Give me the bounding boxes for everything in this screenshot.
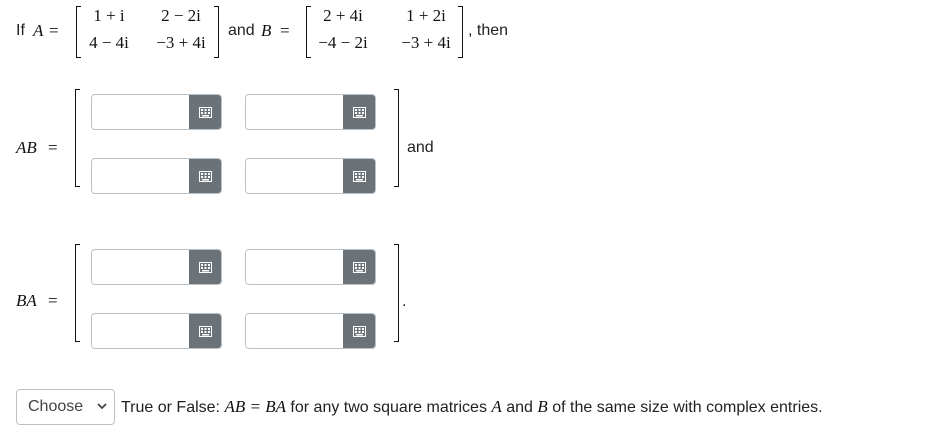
matrix-a-cell: 2 − 2i — [161, 6, 201, 25]
ab-entry-1-2-input[interactable] — [246, 95, 343, 129]
keyboard-icon — [198, 261, 212, 273]
ab-entry-2-2 — [245, 158, 376, 194]
matrix-a-cell: 1 + i — [93, 6, 125, 25]
matrix-b-cell: 2 + 4i — [323, 6, 363, 25]
matrix-a-name: A — [33, 21, 44, 40]
keyboard-button[interactable] — [343, 95, 375, 129]
ab-left-bracket — [75, 89, 80, 187]
matrix-a-right-bracket — [214, 6, 219, 58]
ba-entry-2-1 — [91, 313, 222, 349]
chevron-down-icon — [97, 403, 107, 410]
statement-math: AB = BA — [224, 397, 286, 416]
keyboard-button[interactable] — [343, 314, 375, 348]
keyboard-button[interactable] — [189, 250, 221, 284]
keyboard-button[interactable] — [189, 95, 221, 129]
keyboard-icon — [352, 170, 366, 182]
matrix-a-cell: 4 − 4i — [89, 33, 129, 52]
statement-end: of the same size with complex entries. — [552, 399, 823, 416]
ab-entry-2-2-input[interactable] — [246, 159, 343, 193]
statement-suffix: for any two square matrices — [290, 399, 487, 416]
ba-entry-1-1-input[interactable] — [92, 250, 189, 284]
ba-label: BA — [16, 291, 37, 310]
keyboard-button[interactable] — [343, 250, 375, 284]
keyboard-button[interactable] — [189, 159, 221, 193]
ab-entry-2-1-input[interactable] — [92, 159, 189, 193]
equals-sign: = — [48, 138, 58, 157]
ba-entry-1-2-input[interactable] — [246, 250, 343, 284]
and-label: and — [228, 22, 255, 39]
matrix-b-cell: −4 − 2i — [318, 33, 368, 52]
true-false-select[interactable]: Choose — [16, 389, 115, 425]
statement-var-a: A — [491, 397, 502, 416]
matrix-b-cell: −3 + 4i — [401, 33, 451, 52]
true-false-statement: True or False: AB = BA for any two squar… — [121, 397, 823, 417]
matrix-a-cell: −3 + 4i — [156, 33, 206, 52]
keyboard-icon — [198, 325, 212, 337]
keyboard-icon — [352, 325, 366, 337]
ab-trailing-text: and — [407, 139, 434, 156]
keyboard-button[interactable] — [189, 314, 221, 348]
keyboard-icon — [198, 170, 212, 182]
ba-entry-2-2 — [245, 313, 376, 349]
ba-entry-1-1 — [91, 249, 222, 285]
matrix-b-cell: 1 + 2i — [406, 6, 446, 25]
ab-entry-1-2 — [245, 94, 376, 130]
equals-sign: = — [48, 291, 58, 310]
then-label: , then — [468, 22, 509, 39]
ba-entry-2-1-input[interactable] — [92, 314, 189, 348]
ab-entry-1-1 — [91, 94, 222, 130]
if-label: If — [16, 22, 25, 39]
ba-right-bracket — [394, 244, 399, 342]
equals-sign: = — [280, 21, 290, 40]
ab-entry-2-1 — [91, 158, 222, 194]
statement-connector: and — [506, 399, 533, 416]
keyboard-icon — [352, 106, 366, 118]
select-value: Choose — [28, 398, 84, 415]
ba-entry-1-2 — [245, 249, 376, 285]
keyboard-icon — [352, 261, 366, 273]
ba-trailing-text: . — [402, 293, 407, 310]
ba-entry-2-2-input[interactable] — [246, 314, 343, 348]
matrix-b-name: B — [261, 21, 272, 40]
statement-prefix: True or False: — [121, 399, 220, 416]
statement-var-b: B — [537, 397, 548, 416]
equals-sign: = — [49, 21, 59, 40]
keyboard-button[interactable] — [343, 159, 375, 193]
ba-left-bracket — [75, 244, 80, 342]
ab-entry-1-1-input[interactable] — [92, 95, 189, 129]
ab-right-bracket — [394, 89, 399, 187]
ab-label: AB — [16, 138, 37, 157]
keyboard-icon — [198, 106, 212, 118]
matrix-b-right-bracket — [458, 6, 463, 58]
